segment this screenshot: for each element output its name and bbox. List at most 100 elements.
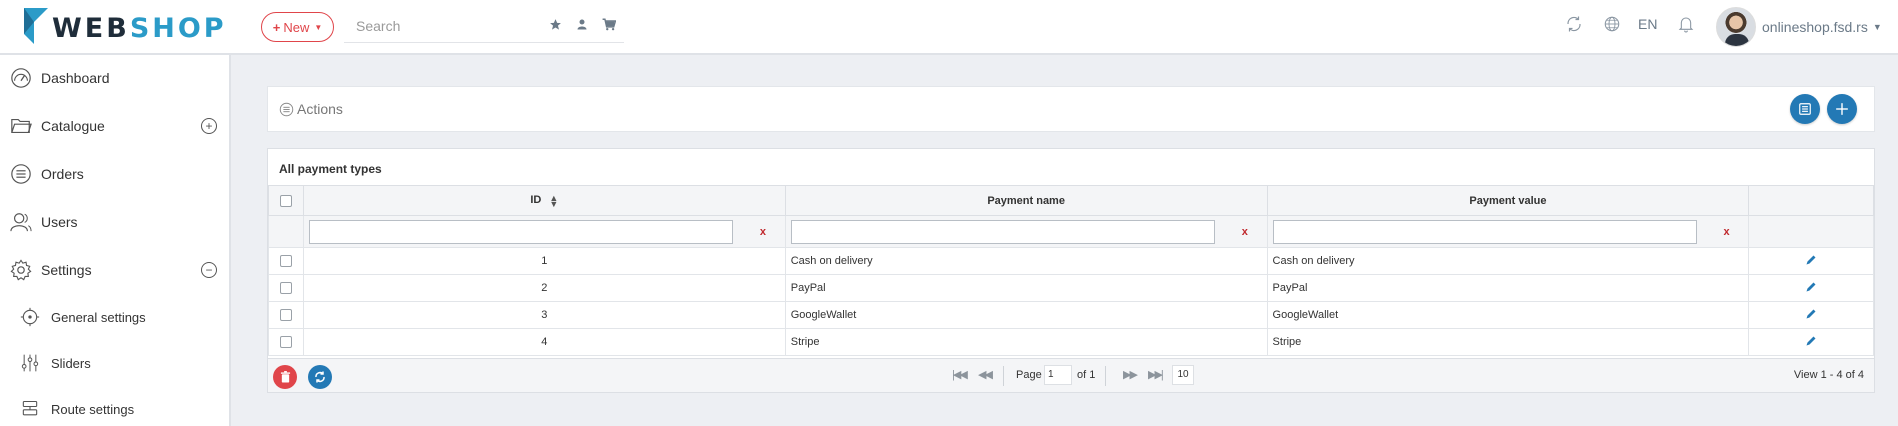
dashboard-icon xyxy=(11,68,31,88)
globe-icon[interactable] xyxy=(1603,15,1621,33)
sidebar-item-users[interactable]: Users xyxy=(0,202,229,242)
cart-icon[interactable] xyxy=(600,15,618,33)
clear-filter-button[interactable]: x xyxy=(1242,226,1248,238)
payment-name-cell: GoogleWallet xyxy=(784,301,1268,329)
add-button[interactable] xyxy=(1827,94,1857,124)
collapse-icon[interactable]: − xyxy=(201,262,217,278)
payment-value-filter-input[interactable] xyxy=(1272,219,1697,244)
general-settings-icon xyxy=(20,307,40,327)
gear-icon xyxy=(10,259,32,281)
column-header-label: Payment value xyxy=(1469,194,1547,207)
sidebar-subitem-sliders[interactable]: Sliders xyxy=(0,343,229,383)
table-row[interactable]: 2 PayPal PayPal xyxy=(268,274,1874,302)
pencil-icon[interactable] xyxy=(1805,335,1817,347)
reload-button[interactable] xyxy=(308,365,332,389)
payment-types-grid: All payment types ID ▲ ▼ Payment name Paym… xyxy=(267,148,1875,393)
export-button[interactable] xyxy=(1790,94,1820,124)
star-icon[interactable] xyxy=(546,15,564,33)
id-filter-input[interactable] xyxy=(308,219,733,244)
list-icon xyxy=(11,164,31,184)
actions-bar: Actions xyxy=(267,86,1875,132)
select-all-checkbox[interactable] xyxy=(279,194,292,207)
prev-page-icon[interactable]: ◀◀ xyxy=(978,368,993,381)
expand-icon[interactable]: + xyxy=(201,118,217,134)
sidebar-subitem-label: Sliders xyxy=(51,355,91,371)
row-select-cell xyxy=(268,301,304,329)
table-row[interactable]: 3 GoogleWallet GoogleWallet xyxy=(268,301,1874,329)
user-menu[interactable]: onlineshop.fsd.rs ▼ xyxy=(1716,6,1882,48)
payment-name-filter-input[interactable] xyxy=(790,219,1215,244)
search-input[interactable] xyxy=(344,11,534,41)
clear-filter-button[interactable]: x xyxy=(1724,226,1730,238)
new-button[interactable]: + New ▼ xyxy=(261,12,334,42)
id-cell: 3 xyxy=(302,301,786,329)
table-row[interactable]: 4 Stripe Stripe xyxy=(268,328,1874,356)
filter-cell-name: x xyxy=(784,215,1268,248)
id-cell: 1 xyxy=(302,247,786,275)
last-page-icon[interactable]: ▶▶| xyxy=(1148,368,1164,381)
sidebar-item-label: Users xyxy=(41,214,78,230)
page-number-input[interactable]: 1 xyxy=(1044,365,1072,385)
column-header-payment-name[interactable]: Payment name xyxy=(784,185,1268,216)
column-header-actions xyxy=(1748,185,1874,216)
row-checkbox[interactable] xyxy=(279,336,292,349)
webshop-logo[interactable]: WEBSHOP xyxy=(22,6,227,46)
refresh-icon[interactable] xyxy=(1565,15,1583,33)
edit-cell xyxy=(1748,328,1874,356)
filter-cell-empty xyxy=(1748,215,1874,248)
payment-name-cell: Cash on delivery xyxy=(784,247,1268,275)
view-records-text: View 1 - 4 of 4 xyxy=(1793,369,1864,381)
sidebar-item-settings[interactable]: Settings − xyxy=(0,250,229,290)
row-checkbox[interactable] xyxy=(279,282,292,295)
row-select-cell xyxy=(268,274,304,302)
pencil-icon[interactable] xyxy=(1805,254,1817,266)
row-checkbox[interactable] xyxy=(279,309,292,322)
table-header-row: ID ▲ ▼ Payment name Payment value xyxy=(268,185,1874,216)
filter-row: x x x xyxy=(268,215,1874,248)
sidebar-item-dashboard[interactable]: Dashboard xyxy=(0,58,229,98)
sidebar-subitem-label: Route settings xyxy=(51,401,135,417)
select-all-cell xyxy=(268,185,304,216)
chevron-down-icon: ▼ xyxy=(1872,22,1882,32)
clear-filter-button[interactable]: x xyxy=(760,226,766,238)
page-total-label: of 1 xyxy=(1077,369,1096,381)
bell-icon[interactable] xyxy=(1677,15,1695,33)
column-header-payment-value[interactable]: Payment value xyxy=(1266,185,1750,216)
sidebar-item-label: Settings xyxy=(41,262,92,278)
next-page-icon[interactable]: ▶▶ xyxy=(1123,368,1138,381)
row-checkbox[interactable] xyxy=(279,255,292,268)
logo-flag-icon xyxy=(24,8,48,44)
plus-icon: + xyxy=(272,19,281,35)
refresh-icon xyxy=(315,371,325,383)
sidebar-subitem-label: General settings xyxy=(51,309,146,325)
row-select-cell xyxy=(268,328,304,356)
sidebar-item-orders[interactable]: Orders xyxy=(0,154,229,194)
sidebar-subitem-general-settings[interactable]: General settings xyxy=(0,297,229,337)
id-cell: 4 xyxy=(302,328,786,356)
sidebar-item-catalogue[interactable]: Catalogue + xyxy=(0,106,229,146)
edit-cell xyxy=(1748,274,1874,302)
sliders-icon xyxy=(21,354,39,372)
edit-cell xyxy=(1748,301,1874,329)
sidebar-subitem-route-settings[interactable]: Route settings xyxy=(0,389,229,426)
chevron-down-icon: ▼ xyxy=(314,22,323,32)
language-selector[interactable]: EN xyxy=(1638,16,1657,32)
first-page-icon[interactable]: |◀◀ xyxy=(952,368,968,381)
row-select-cell xyxy=(268,247,304,275)
user-icon xyxy=(10,213,32,232)
rows-per-page-select[interactable]: 10 xyxy=(1172,365,1194,385)
filter-cell-id: x xyxy=(302,215,786,248)
trash-icon xyxy=(280,371,290,383)
pencil-icon[interactable] xyxy=(1805,308,1817,320)
delete-button[interactable] xyxy=(273,365,297,389)
payment-value-cell: Stripe xyxy=(1266,328,1750,356)
payment-name-cell: Stripe xyxy=(784,328,1268,356)
id-cell: 2 xyxy=(302,274,786,302)
pencil-icon[interactable] xyxy=(1805,281,1817,293)
logo-text: WEBSHOP xyxy=(52,12,227,44)
pager-separator xyxy=(1003,366,1004,386)
table-row[interactable]: 1 Cash on delivery Cash on delivery xyxy=(268,247,1874,275)
column-header-id[interactable]: ID ▲ ▼ xyxy=(302,185,786,216)
user-icon[interactable] xyxy=(573,15,591,33)
column-header-label: Payment name xyxy=(987,194,1065,207)
